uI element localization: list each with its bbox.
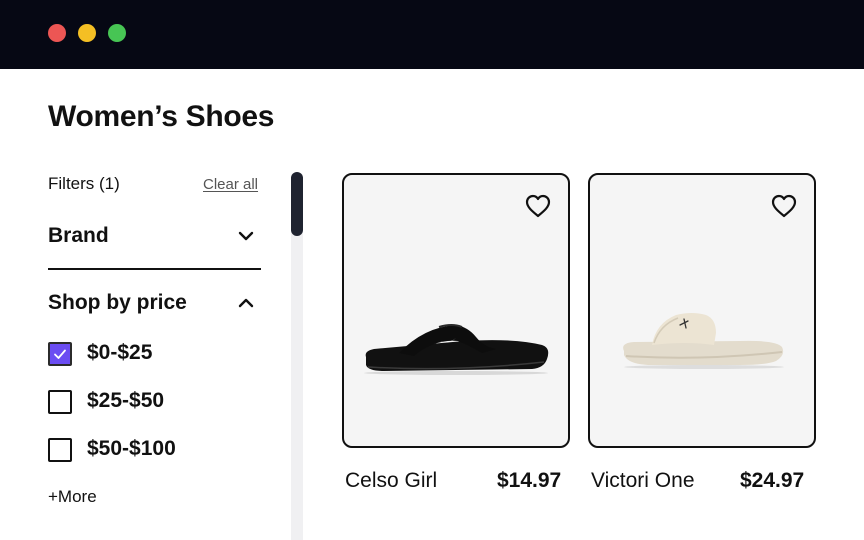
product-name[interactable]: Celso Girl xyxy=(345,469,437,493)
heart-icon[interactable] xyxy=(770,193,798,219)
product-card-victori-one[interactable] xyxy=(588,173,816,448)
close-window-button[interactable] xyxy=(48,24,66,42)
heart-icon[interactable] xyxy=(524,193,552,219)
scrollbar-thumb[interactable] xyxy=(291,172,303,236)
price-option-label: $50-$100 xyxy=(87,437,176,460)
more-options-link[interactable]: +More xyxy=(48,487,97,507)
minimize-window-button[interactable] xyxy=(78,24,96,42)
section-divider xyxy=(48,268,261,270)
price-section-title[interactable]: Shop by price xyxy=(48,291,187,315)
maximize-window-button[interactable] xyxy=(108,24,126,42)
chevron-down-icon[interactable] xyxy=(235,225,257,247)
chevron-up-icon[interactable] xyxy=(235,292,257,314)
checkbox[interactable] xyxy=(48,438,72,462)
window-titlebar xyxy=(0,0,864,69)
price-option-label: $25-$50 xyxy=(87,389,165,412)
page-title: Women’s Shoes xyxy=(48,100,275,133)
product-card-celso-girl[interactable] xyxy=(342,173,570,448)
price-option-label: $0-$25 xyxy=(87,341,153,364)
product-name[interactable]: Victori One xyxy=(591,469,695,493)
product-price: $24.97 xyxy=(740,469,805,492)
product-price: $14.97 xyxy=(497,469,562,492)
brand-section-title[interactable]: Brand xyxy=(48,224,109,248)
filters-heading: Filters (1) xyxy=(48,174,120,193)
checkbox[interactable] xyxy=(48,390,72,414)
checkbox-checked[interactable] xyxy=(48,342,72,366)
clear-all-link[interactable]: Clear all xyxy=(203,176,258,193)
